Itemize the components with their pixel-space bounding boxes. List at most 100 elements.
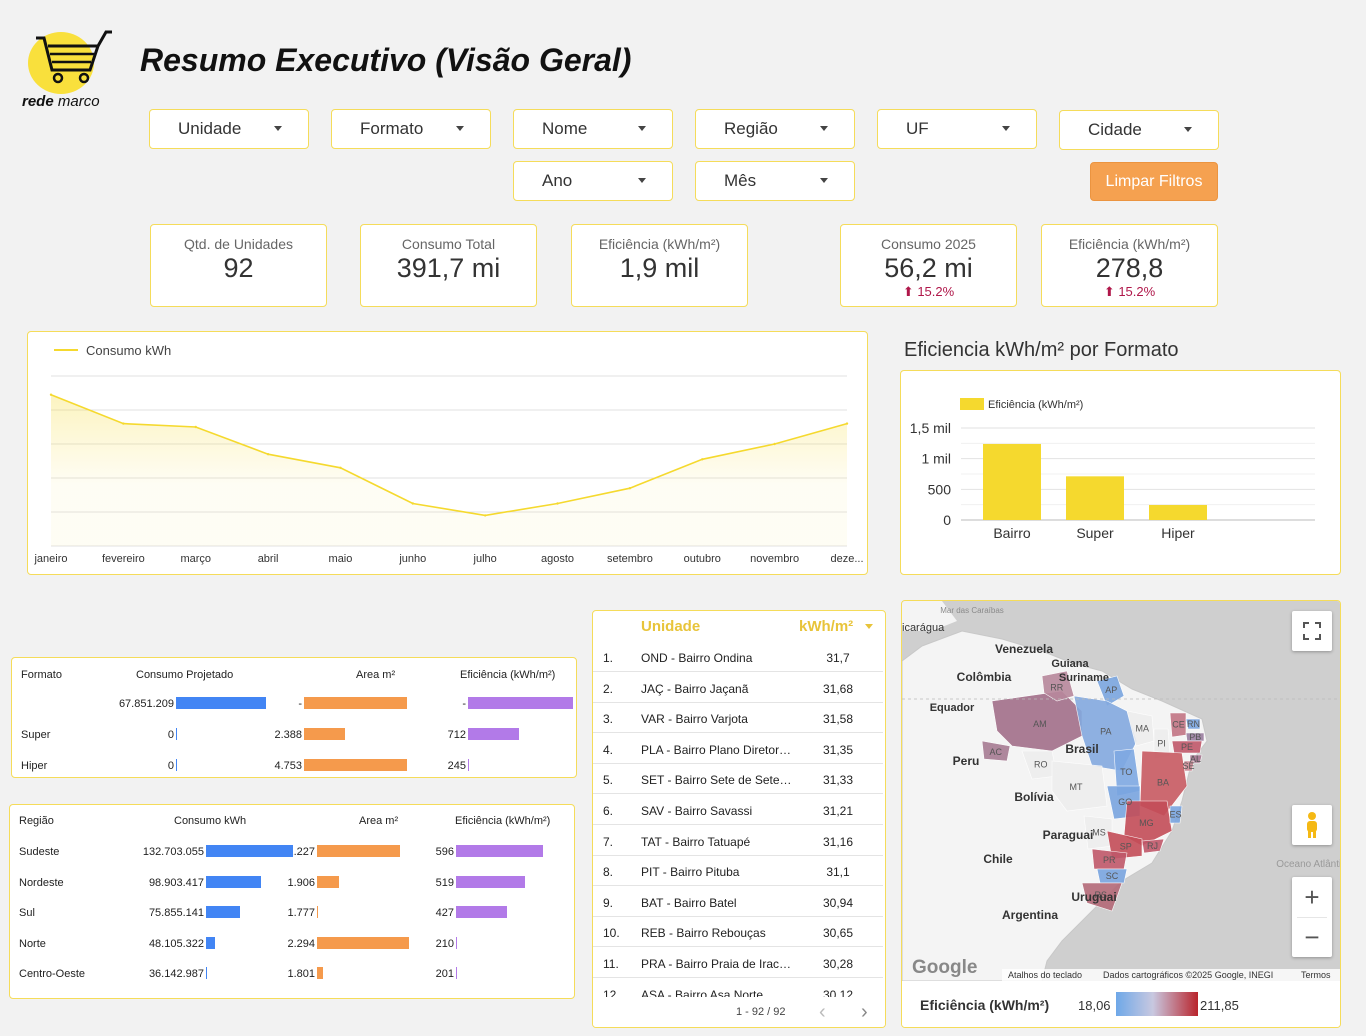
data-point <box>411 502 415 505</box>
cell-value: 4.753 <box>274 760 302 772</box>
x-tick-label: Hiper <box>1161 525 1195 541</box>
row-label: Sul <box>19 907 35 919</box>
country-label: Chile <box>983 852 1013 866</box>
row-rank: 7. <box>603 834 614 849</box>
data-point <box>122 422 125 425</box>
legend-swatch <box>960 398 984 410</box>
prev-page-icon[interactable]: ‹ <box>819 1001 826 1024</box>
kpi-value: 1,9 mil <box>619 253 700 283</box>
state-label: MT <box>1070 782 1083 792</box>
data-point <box>701 458 704 461</box>
row-rank: 12. <box>603 987 620 997</box>
data-point <box>556 502 559 505</box>
kpi-eficiencia: Eficiência (kWh/m²) 1,9 mil <box>571 224 748 307</box>
row-unit-name: REB - Bairro Rebouças <box>641 926 766 941</box>
keyboard-shortcuts-link[interactable]: Atalhos do teclado <box>1008 970 1082 980</box>
brazil-map[interactable]: APRRAMPAACROMTTOMAPICE RNPBPEALSEBAGOMGES… <box>902 601 1341 981</box>
data-point <box>49 393 53 396</box>
cell-value: 2.388 <box>274 729 302 741</box>
bar <box>1066 476 1124 520</box>
table-row[interactable]: 9. BAT - Bairro Batel 30,94 <box>593 887 883 917</box>
x-tick-label: março <box>180 553 211 565</box>
table-row[interactable]: 6. SAV - Bairro Savassi 31,21 <box>593 795 883 825</box>
table-row[interactable]: 11. PRA - Bairro Praia de Irac… 30,28 <box>593 948 883 978</box>
table-row[interactable]: 2. JAÇ - Bairro Jaçanã 31,68 <box>593 673 883 703</box>
ranking-table: Unidade kWh/m² 1. OND - Bairro Ondina 31,7… <box>592 610 886 1028</box>
kpi-qtd-unidades: Qtd. de Unidades 92 <box>150 224 327 307</box>
row-rank: 5. <box>603 773 614 788</box>
data-bar <box>317 875 340 888</box>
x-tick-label: outubro <box>684 553 721 565</box>
col-header: Região <box>19 815 54 827</box>
table-row[interactable]: 7. TAT - Bairro Tatuapé 31,16 <box>593 826 883 856</box>
y-tick-label: 500 <box>928 481 952 497</box>
col-header: Eficiência (kWh/m²) <box>460 669 556 681</box>
ranking-header-value[interactable]: kWh/m² <box>799 618 853 635</box>
fullscreen-icon[interactable] <box>1292 611 1332 651</box>
table-row[interactable]: 1. OND - Bairro Ondina 31,7 <box>593 642 883 672</box>
zoom-in-icon[interactable]: + <box>1304 877 1319 917</box>
filter-mes[interactable]: Mês <box>695 161 855 201</box>
country-label: Paraguai <box>1043 828 1094 842</box>
country-label: Uruguai <box>1071 890 1116 904</box>
filter-ano[interactable]: Ano <box>513 161 673 201</box>
data-bar <box>176 728 177 740</box>
row-rank: 10. <box>603 926 620 941</box>
data-bar <box>206 845 294 857</box>
filter-nome[interactable]: Nome <box>513 109 673 149</box>
state-label: MA <box>1136 724 1150 734</box>
data-bar <box>317 845 400 857</box>
row-rank: 3. <box>603 712 614 727</box>
cell-value: 98.903.417 <box>148 876 204 889</box>
x-tick-label: maio <box>329 553 353 565</box>
x-tick-label: janeiro <box>33 553 67 565</box>
kpi-eficiencia-2025: Eficiência (kWh/m²) 278,8 ⬆ 15.2% <box>1041 224 1218 307</box>
kpi-value: 391,7 mi <box>396 253 501 283</box>
row-value: 30,12 <box>822 987 854 997</box>
table-row[interactable]: 5. SET - Bairro Sete de Sete… 31,33 <box>593 764 883 795</box>
table-row[interactable]: 8. PIT - Bairro Pituba 31,1 <box>593 856 883 887</box>
zoom-controls: + − <box>1292 877 1332 957</box>
terms-link[interactable]: Termos <box>1301 970 1331 980</box>
x-tick-label: setembro <box>607 553 653 565</box>
row-value: 31,33 <box>822 773 854 788</box>
next-page-icon[interactable]: › <box>861 1001 868 1024</box>
table-row[interactable]: 10. REB - Bairro Rebouças 30,65 <box>593 917 883 948</box>
table-row[interactable]: 4. PLA - Bairro Plano Diretor… 31,35 <box>593 734 883 764</box>
data-bar <box>456 875 525 888</box>
table-row[interactable]: 12. ASA - Bairro Asa Norte 30,12 <box>593 979 883 997</box>
clear-filters-button[interactable]: Limpar Filtros <box>1090 162 1218 201</box>
country-label: Bolívia <box>1014 790 1054 804</box>
row-rank: 2. <box>603 681 614 696</box>
row-value: 31,1 <box>826 865 850 880</box>
country-label: icarágua <box>902 622 945 634</box>
row-unit-name: VAR - Bairro Varjota <box>641 712 748 727</box>
filter-uf[interactable]: UF <box>877 109 1037 149</box>
table-row[interactable]: 3. VAR - Bairro Varjota 31,58 <box>593 703 883 734</box>
shopping-cart-icon <box>36 30 112 84</box>
row-label: Nordeste <box>19 876 64 889</box>
state-label: PA <box>1100 727 1111 737</box>
filter-formato[interactable]: Formato <box>331 109 491 149</box>
filter-unidade[interactable]: Unidade <box>149 109 309 149</box>
zoom-out-icon[interactable]: − <box>1297 917 1327 957</box>
row-value: 31,16 <box>822 834 854 849</box>
row-unit-name: TAT - Bairro Tatuapé <box>641 834 751 849</box>
cell-value: 0 <box>167 760 174 772</box>
filter-regiao[interactable]: Região <box>695 109 855 149</box>
ranking-header-unidade[interactable]: Unidade <box>641 618 700 635</box>
country-label: Brasil <box>1065 742 1098 756</box>
bar <box>983 443 1041 520</box>
filter-cidade[interactable]: Cidade <box>1059 110 1219 150</box>
row-unit-name: PIT - Bairro Pituba <box>641 865 740 880</box>
data-point <box>194 425 197 429</box>
kpi-label: Consumo Total <box>401 236 496 252</box>
data-bar <box>317 967 323 979</box>
brand-name: rede marco <box>22 93 100 110</box>
state-label: CE <box>1172 720 1185 730</box>
street-view-pegman-icon[interactable] <box>1292 805 1332 845</box>
row-value: 31,35 <box>822 742 854 757</box>
kpi-delta: ⬆ 15.2% <box>902 284 955 299</box>
country-label: Suriname <box>1059 672 1109 684</box>
sort-desc-icon[interactable] <box>865 624 873 629</box>
